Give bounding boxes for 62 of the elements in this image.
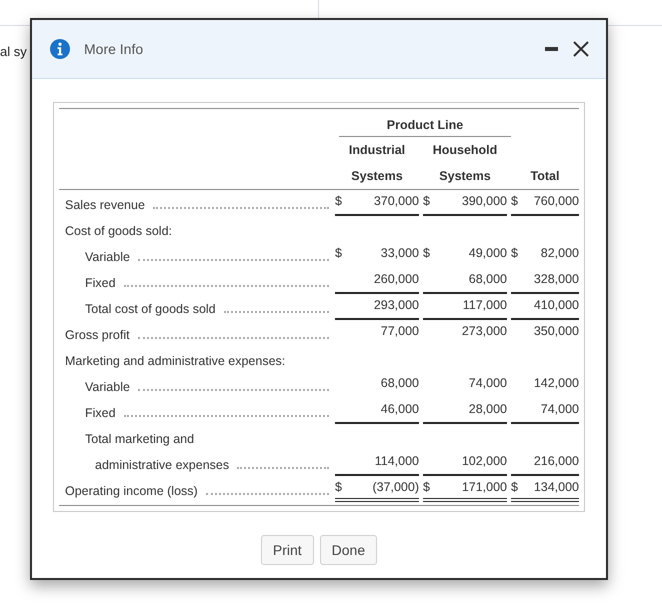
amount-cell: 74,000	[540, 402, 579, 416]
amount-cell: 350,000	[534, 324, 579, 338]
column-heading: Household	[432, 142, 498, 159]
column-heading: Total	[530, 168, 560, 185]
row-label: Fixed	[85, 276, 116, 290]
amount-cell: 114,000	[374, 454, 419, 468]
row-label: Variable	[85, 250, 130, 264]
currency-sign: $	[511, 194, 518, 208]
amount-cell: 760,000	[534, 194, 579, 208]
row-label: Total cost of goods sold	[85, 302, 216, 316]
row-label: Operating income (loss)	[65, 484, 198, 498]
amount-cell: 117,000	[462, 298, 507, 312]
dialog-button[interactable]: Print	[260, 535, 314, 565]
column-group-heading: Product Line	[339, 109, 511, 137]
amount-cell: 370,000	[374, 194, 419, 208]
dialog-button[interactable]: Done	[320, 535, 378, 565]
amount-cell: (37,000)	[372, 480, 419, 494]
currency-sign: $	[335, 246, 342, 260]
currency-sign: $	[335, 480, 342, 494]
row-label: Cost of goods sold:	[65, 224, 172, 238]
column-heading: Industrial	[348, 142, 406, 159]
currency-sign: $	[511, 246, 518, 260]
info-icon	[50, 39, 70, 59]
row-label: Gross profit	[65, 328, 130, 342]
currency-sign: $	[423, 480, 430, 494]
amount-cell: 49,000	[468, 246, 507, 260]
minimize-icon	[545, 47, 558, 51]
currency-sign: $	[423, 194, 430, 208]
close-button[interactable]	[572, 40, 590, 58]
currency-sign: $	[423, 246, 430, 260]
amount-cell: 293,000	[374, 298, 419, 312]
row-label: Marketing and administrative expenses:	[65, 354, 286, 368]
amount-cell: 260,000	[374, 272, 419, 286]
dialog-title: More Info	[84, 41, 144, 57]
amount-cell: 74,000	[468, 376, 507, 390]
close-icon	[572, 40, 590, 58]
amount-cell: 77,000	[380, 324, 419, 338]
row-label: administrative expenses	[95, 458, 230, 472]
amount-cell: 216,000	[534, 454, 579, 468]
currency-sign: $	[511, 480, 518, 494]
amount-cell: 46,000	[380, 402, 419, 416]
amount-cell: 134,000	[534, 480, 579, 494]
currency-sign: $	[335, 194, 342, 208]
column-heading: Systems	[351, 168, 403, 185]
column-heading: Systems	[439, 168, 491, 185]
row-label: Sales revenue	[65, 198, 145, 212]
amount-cell: 68,000	[468, 272, 507, 286]
amount-cell: 28,000	[468, 402, 507, 416]
amount-cell: 390,000	[462, 194, 507, 208]
amount-cell: 68,000	[380, 376, 419, 390]
row-label: Fixed	[85, 406, 116, 420]
row-label: Total marketing and	[85, 432, 194, 446]
amount-cell: 410,000	[534, 298, 579, 312]
amount-cell: 142,000	[534, 376, 579, 390]
amount-cell: 171,000	[462, 480, 507, 494]
amount-cell: 82,000	[540, 246, 579, 260]
amount-cell: 33,000	[380, 246, 419, 260]
row-label: Variable	[85, 380, 130, 394]
amount-cell: 273,000	[462, 324, 507, 338]
background-text: al sy	[0, 44, 27, 59]
amount-cell: 102,000	[462, 454, 507, 468]
amount-cell: 328,000	[534, 272, 579, 286]
